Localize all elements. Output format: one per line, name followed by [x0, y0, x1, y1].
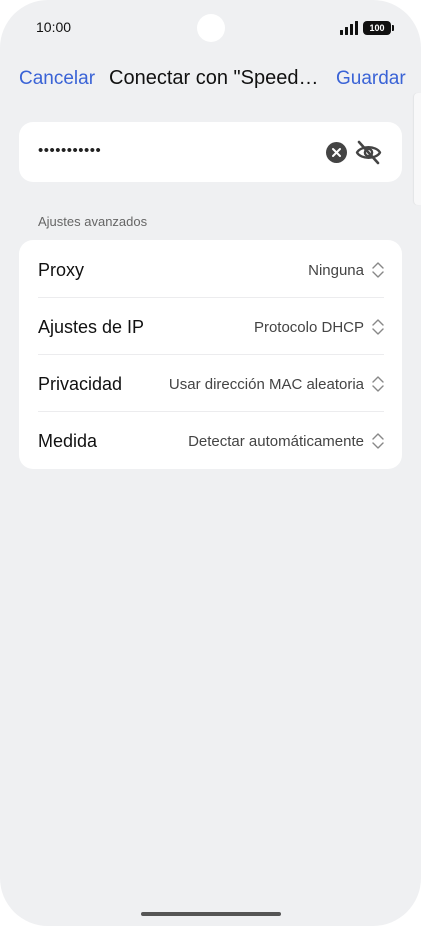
chevron-up-down-icon	[372, 376, 384, 392]
save-button[interactable]: Guardar	[336, 68, 406, 90]
password-field[interactable]: •••••••••••	[19, 122, 402, 182]
chevron-up-down-icon	[372, 319, 384, 335]
row-label: Medida	[38, 431, 98, 451]
divider	[38, 297, 384, 298]
settings-row-privacy[interactable]: Privacidad Usar dirección MAC aleatoria	[19, 354, 402, 411]
settings-row-proxy[interactable]: Proxy Ninguna	[19, 240, 402, 297]
settings-row-metered[interactable]: Medida Detectar automáticamente	[19, 411, 402, 468]
page-title: Conectar con "SpeedTestNetwork"	[109, 67, 321, 89]
home-indicator[interactable]	[141, 912, 281, 916]
row-label: Privacidad	[38, 374, 123, 394]
chevron-up-down-icon	[372, 262, 384, 278]
battery-icon: 100	[363, 21, 394, 35]
row-label: Ajustes de IP	[38, 317, 145, 337]
clear-icon[interactable]	[326, 142, 347, 163]
signal-icon	[340, 21, 358, 35]
row-label: Proxy	[38, 260, 85, 280]
chevron-up-down-icon	[372, 433, 384, 449]
row-value: Protocolo DHCP	[253, 319, 364, 336]
advanced-settings-card: Proxy Ninguna Ajustes de IP Protocolo DH…	[19, 240, 402, 469]
eye-off-icon[interactable]	[355, 140, 382, 165]
settings-row-ip[interactable]: Ajustes de IP Protocolo DHCP	[19, 297, 402, 354]
password-value[interactable]: •••••••••••	[38, 142, 101, 159]
row-value: Usar dirección MAC aleatoria	[168, 376, 364, 393]
divider	[38, 411, 384, 412]
top-bar: Cancelar Conectar con "SpeedTestNetwork"…	[0, 58, 421, 98]
cancel-button[interactable]: Cancelar	[19, 68, 95, 90]
row-value: Ninguna	[308, 262, 364, 279]
camera-cutout	[197, 14, 225, 42]
status-time: 10:00	[36, 19, 72, 35]
phone-screen: 10:00 100 Cancelar Conectar con "SpeedTe…	[0, 0, 421, 926]
divider	[38, 354, 384, 355]
scrollbar[interactable]	[414, 93, 421, 205]
status-bar: 10:00 100	[0, 0, 421, 56]
section-label-advanced: Ajustes avanzados	[38, 214, 148, 229]
row-value: Detectar automáticamente	[188, 433, 364, 450]
